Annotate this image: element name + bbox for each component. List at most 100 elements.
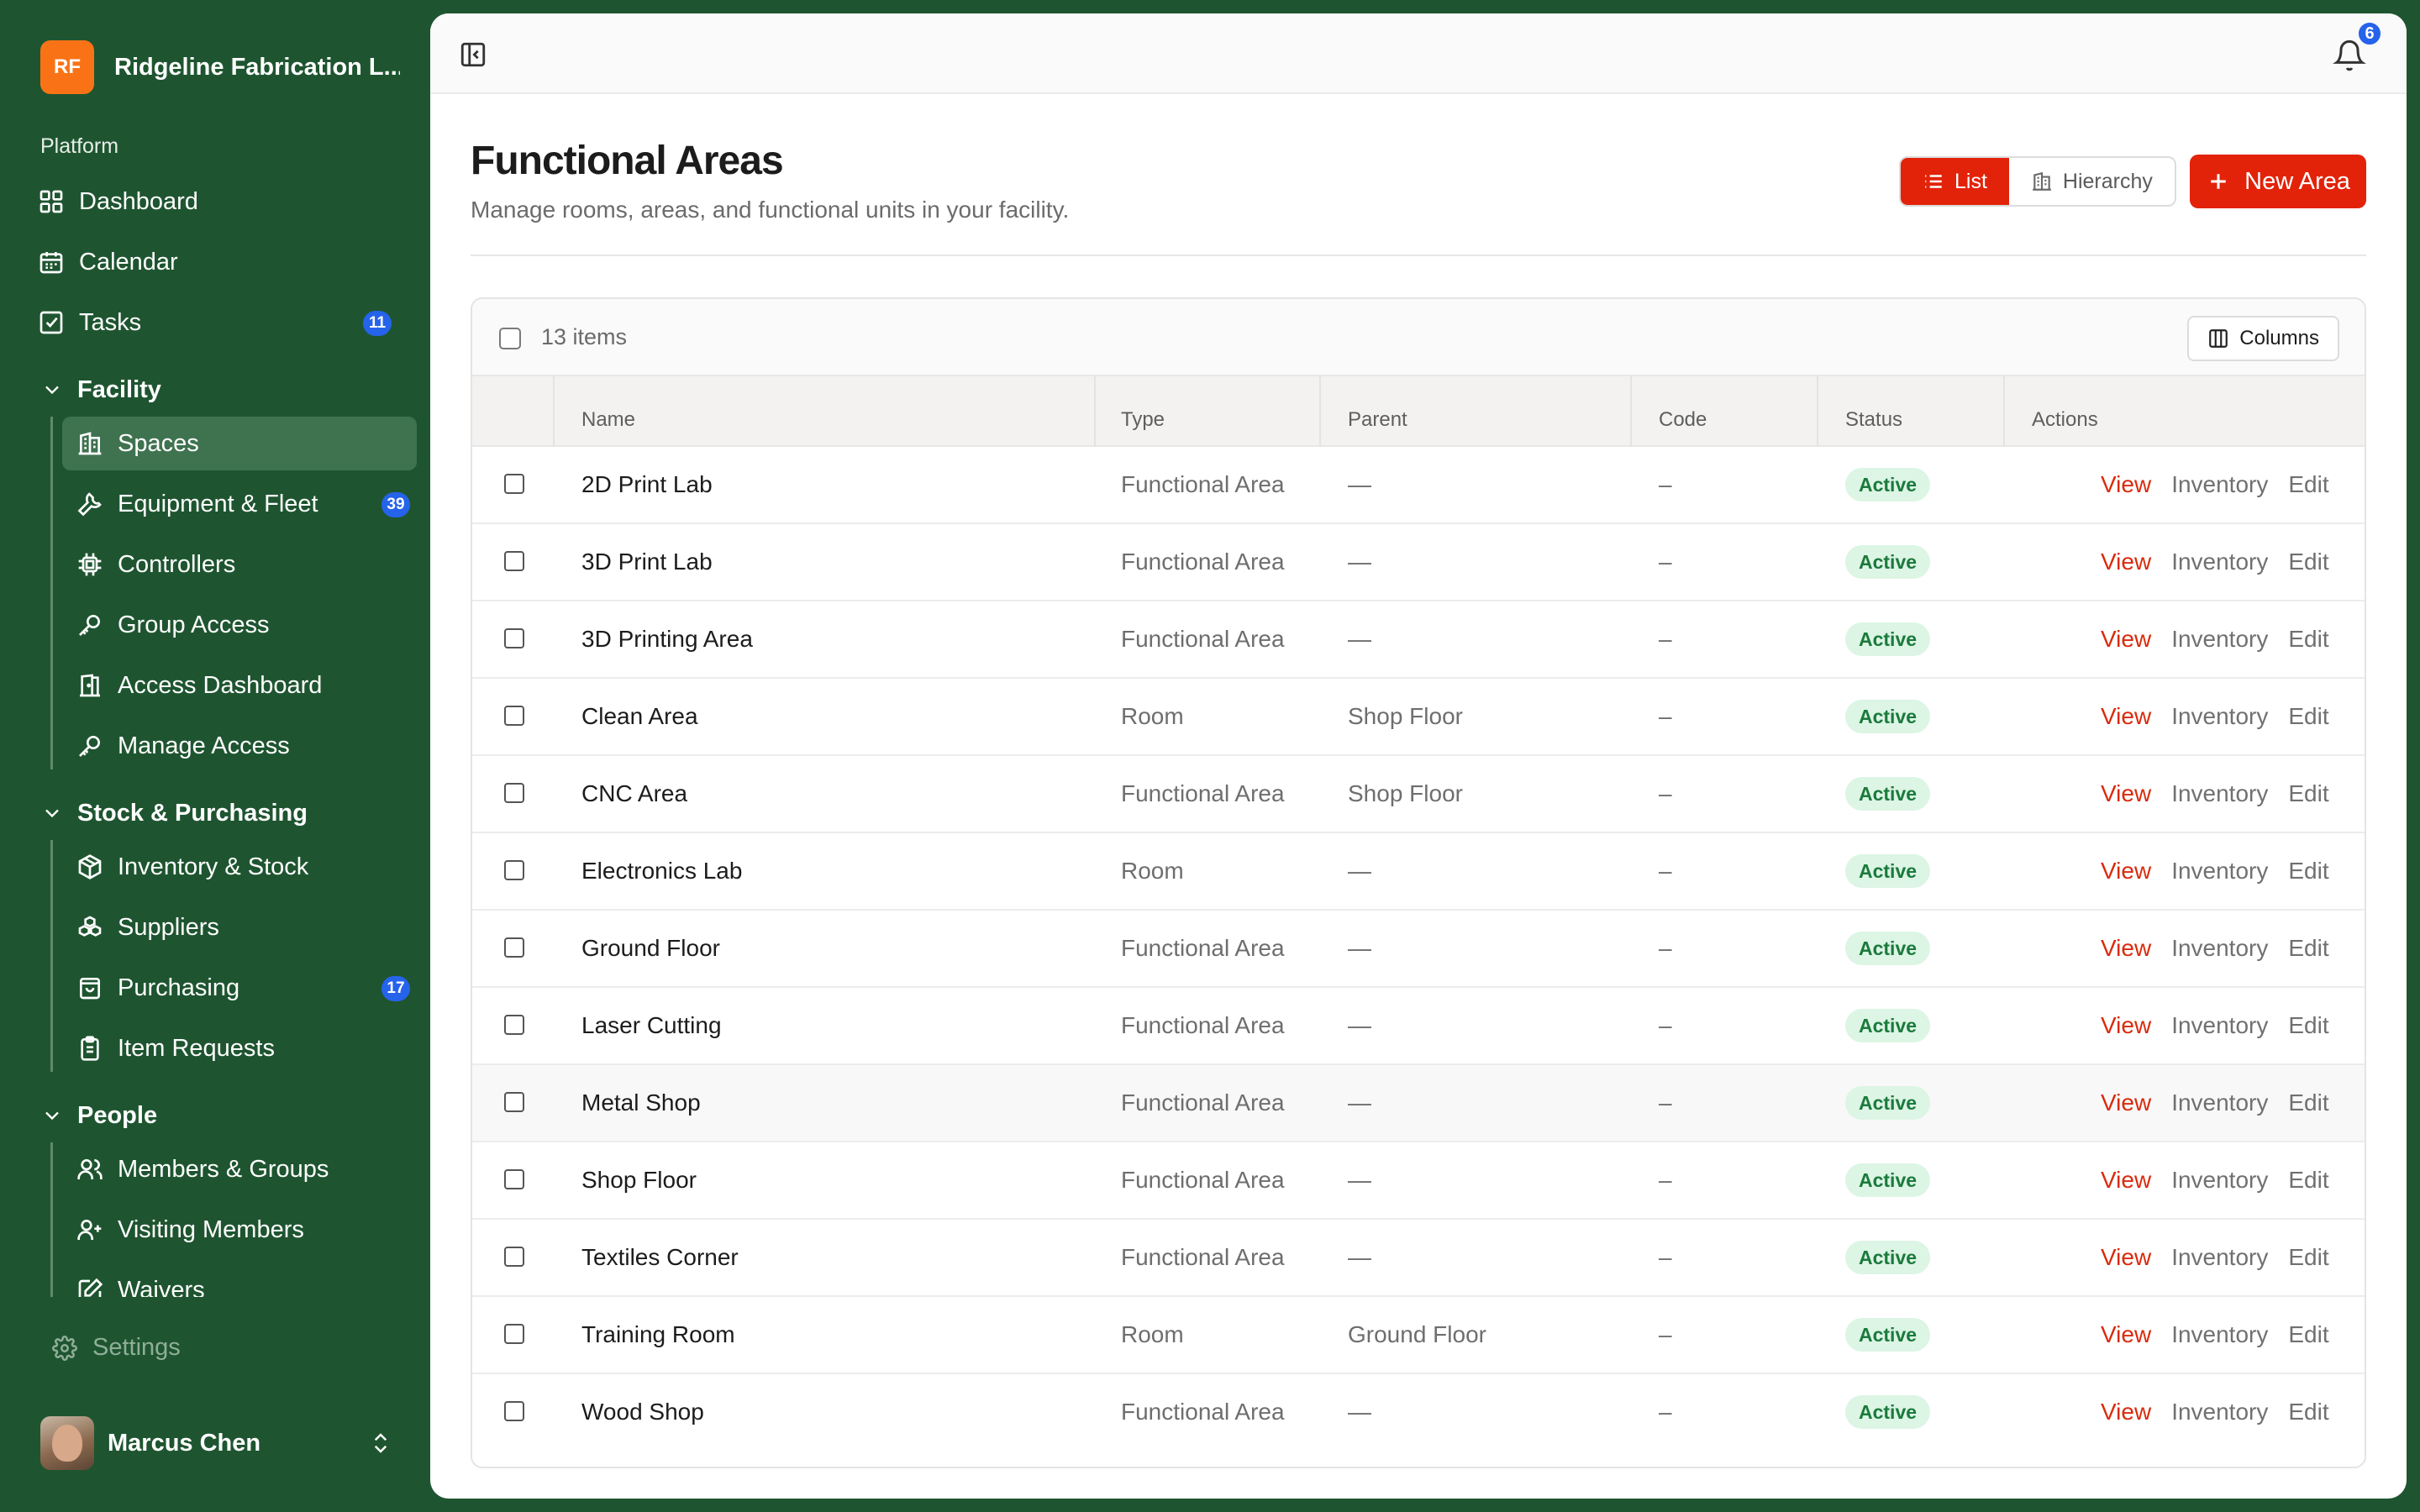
edit-link[interactable]: Edit [2288,1012,2328,1039]
header-name[interactable]: Name [581,376,635,447]
nav-equipment-fleet[interactable]: Equipment & Fleet 39 [62,477,417,531]
view-link[interactable]: View [2101,626,2151,653]
nav-controllers[interactable]: Controllers [62,538,417,591]
edit-link[interactable]: Edit [2288,703,2328,730]
nav-group-access[interactable]: Group Access [62,598,417,652]
nav-suppliers[interactable]: Suppliers [62,900,417,954]
row-checkbox[interactable] [504,474,524,494]
view-link[interactable]: View [2101,471,2151,498]
select-all-checkbox[interactable] [499,328,521,349]
nav-tasks[interactable]: Tasks 11 [37,296,407,349]
nav-members-groups[interactable]: Members & Groups [62,1142,417,1196]
inventory-link[interactable]: Inventory [2171,626,2268,653]
nav-visiting-members[interactable]: Visiting Members [62,1203,417,1257]
org-switcher[interactable]: RF Ridgeline Fabrication L... [40,40,400,94]
edit-link[interactable]: Edit [2288,858,2328,885]
inventory-link[interactable]: Inventory [2171,1244,2268,1271]
edit-link[interactable]: Edit [2288,626,2328,653]
section-stock-purchasing[interactable]: Stock & Purchasing [40,795,308,832]
row-checkbox[interactable] [504,1401,524,1421]
view-link[interactable]: View [2101,1321,2151,1348]
row-checkbox[interactable] [504,1015,524,1035]
table-row[interactable]: Laser Cutting Functional Area — – Active… [472,988,2365,1065]
table-row[interactable]: Clean Area Room Shop Floor – Active View… [472,679,2365,756]
edit-link[interactable]: Edit [2288,1399,2328,1425]
row-checkbox[interactable] [504,551,524,571]
cell-name[interactable]: Metal Shop [581,1065,701,1141]
cell-name[interactable]: Training Room [581,1297,735,1373]
header-parent[interactable]: Parent [1348,376,1407,447]
user-menu[interactable]: Marcus Chen [40,1416,393,1470]
row-checkbox[interactable] [504,628,524,648]
table-row[interactable]: Ground Floor Functional Area — – Active … [472,911,2365,988]
cell-name[interactable]: Shop Floor [581,1142,697,1218]
table-row[interactable]: Metal Shop Functional Area — – Active Vi… [472,1065,2365,1142]
hierarchy-view-button[interactable]: Hierarchy [2008,158,2175,205]
inventory-link[interactable]: Inventory [2171,935,2268,962]
view-link[interactable]: View [2101,780,2151,807]
view-link[interactable]: View [2101,549,2151,575]
edit-link[interactable]: Edit [2288,1321,2328,1348]
view-link[interactable]: View [2101,1399,2151,1425]
edit-link[interactable]: Edit [2288,1244,2328,1271]
inventory-link[interactable]: Inventory [2171,471,2268,498]
table-row[interactable]: 3D Print Lab Functional Area — – Active … [472,524,2365,601]
table-row[interactable]: 3D Printing Area Functional Area — – Act… [472,601,2365,679]
edit-link[interactable]: Edit [2288,780,2328,807]
inventory-link[interactable]: Inventory [2171,703,2268,730]
inventory-link[interactable]: Inventory [2171,780,2268,807]
nav-inventory-stock[interactable]: Inventory & Stock [62,840,417,894]
new-area-button[interactable]: New Area [2190,155,2366,208]
row-checkbox[interactable] [504,1247,524,1267]
section-facility[interactable]: Facility [40,371,161,408]
cell-name[interactable]: Electronics Lab [581,833,742,909]
cell-name[interactable]: Clean Area [581,679,698,754]
inventory-link[interactable]: Inventory [2171,1089,2268,1116]
view-link[interactable]: View [2101,935,2151,962]
cell-name[interactable]: 2D Print Lab [581,447,713,522]
row-checkbox[interactable] [504,1324,524,1344]
header-status[interactable]: Status [1845,376,1902,447]
view-link[interactable]: View [2101,1012,2151,1039]
section-people[interactable]: People [40,1097,157,1134]
sidebar-toggle-icon[interactable] [459,40,487,69]
edit-link[interactable]: Edit [2288,471,2328,498]
edit-link[interactable]: Edit [2288,549,2328,575]
row-checkbox[interactable] [504,1092,524,1112]
inventory-link[interactable]: Inventory [2171,1321,2268,1348]
table-row[interactable]: Electronics Lab Room — – Active View Inv… [472,833,2365,911]
edit-link[interactable]: Edit [2288,1167,2328,1194]
table-row[interactable]: Textiles Corner Functional Area — – Acti… [472,1220,2365,1297]
inventory-link[interactable]: Inventory [2171,1167,2268,1194]
view-link[interactable]: View [2101,1244,2151,1271]
table-row[interactable]: Training Room Room Ground Floor – Active… [472,1297,2365,1374]
nav-dashboard[interactable]: Dashboard [37,175,407,228]
inventory-link[interactable]: Inventory [2171,1399,2268,1425]
view-link[interactable]: View [2101,703,2151,730]
cell-name[interactable]: Textiles Corner [581,1220,739,1295]
cell-name[interactable]: 3D Print Lab [581,524,713,600]
row-checkbox[interactable] [504,937,524,958]
columns-button[interactable]: Columns [2187,316,2339,361]
row-checkbox[interactable] [504,860,524,880]
cell-name[interactable]: Ground Floor [581,911,720,986]
row-checkbox[interactable] [504,783,524,803]
view-link[interactable]: View [2101,1089,2151,1116]
table-row[interactable]: Wood Shop Functional Area — – Active Vie… [472,1374,2365,1452]
edit-link[interactable]: Edit [2288,1089,2328,1116]
row-checkbox[interactable] [504,1169,524,1189]
header-code[interactable]: Code [1659,376,1707,447]
header-type[interactable]: Type [1121,376,1165,447]
table-row[interactable]: Shop Floor Functional Area — – Active Vi… [472,1142,2365,1220]
cell-name[interactable]: CNC Area [581,756,687,832]
nav-access-dashboard[interactable]: Access Dashboard [62,659,417,712]
table-row[interactable]: CNC Area Functional Area Shop Floor – Ac… [472,756,2365,833]
cell-name[interactable]: Wood Shop [581,1374,704,1450]
inventory-link[interactable]: Inventory [2171,1012,2268,1039]
edit-link[interactable]: Edit [2288,935,2328,962]
nav-spaces[interactable]: Spaces [62,417,417,470]
cell-name[interactable]: Laser Cutting [581,988,722,1063]
nav-waivers[interactable]: Waivers [62,1263,417,1297]
view-link[interactable]: View [2101,858,2151,885]
row-checkbox[interactable] [504,706,524,726]
